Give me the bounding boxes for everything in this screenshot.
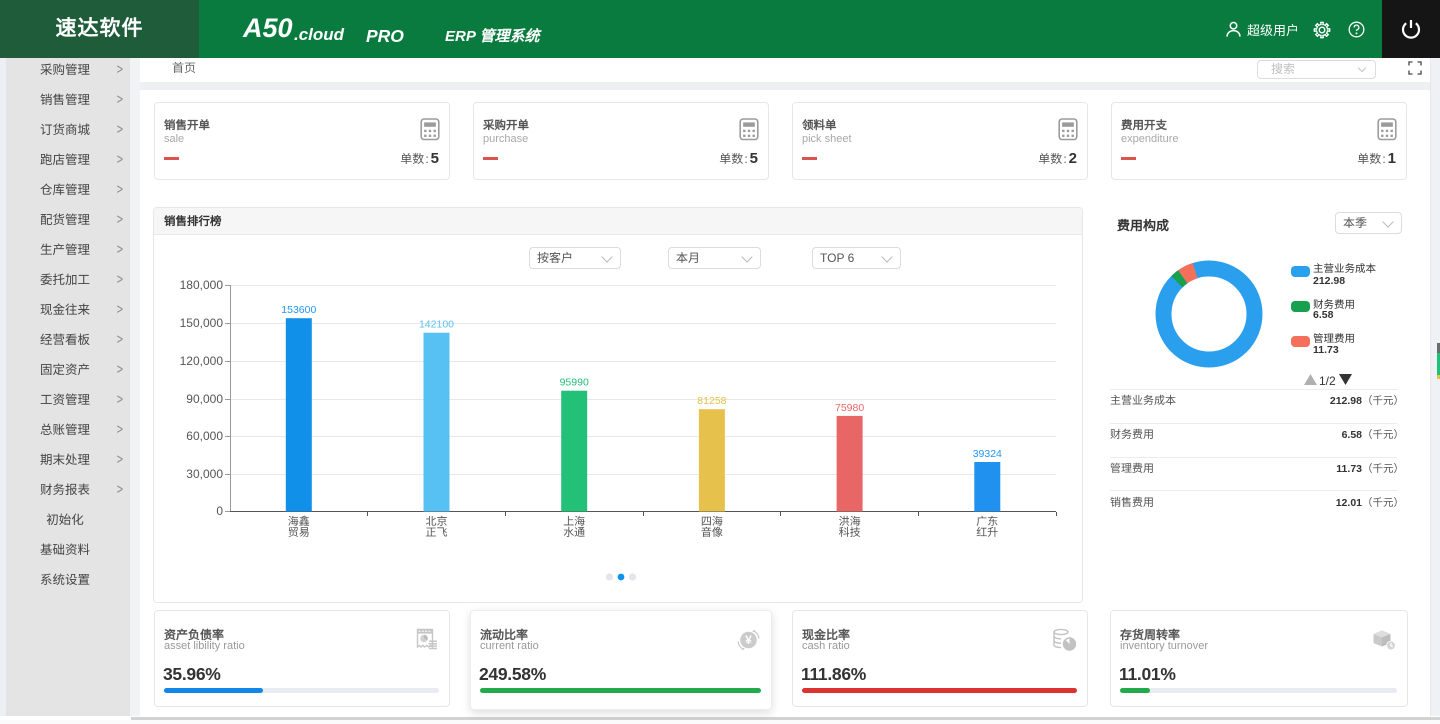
svg-text:150,000: 150,000 <box>180 316 224 330</box>
svg-text:贸易: 贸易 <box>288 526 310 539</box>
svg-text:120,000: 120,000 <box>180 354 224 368</box>
svg-text:水通: 水通 <box>563 526 585 539</box>
svg-text:153600: 153600 <box>281 304 316 316</box>
svg-text:90,000: 90,000 <box>186 392 223 406</box>
svg-text:正飞: 正飞 <box>426 527 448 539</box>
svg-text:95990: 95990 <box>560 377 589 389</box>
svg-text:81258: 81258 <box>697 395 726 407</box>
svg-text:¥: ¥ <box>745 633 752 647</box>
svg-text:音像: 音像 <box>701 526 723 539</box>
svg-text:0: 0 <box>216 504 223 518</box>
svg-text:红升: 红升 <box>976 526 998 539</box>
svg-text:180,000: 180,000 <box>180 278 224 292</box>
svg-text:142100: 142100 <box>419 319 454 331</box>
svg-text:科技: 科技 <box>839 526 861 539</box>
svg-text:39324: 39324 <box>973 448 1002 460</box>
svg-text:75980: 75980 <box>835 402 864 414</box>
svg-text:60,000: 60,000 <box>186 429 223 443</box>
svg-text:30,000: 30,000 <box>186 467 223 481</box>
